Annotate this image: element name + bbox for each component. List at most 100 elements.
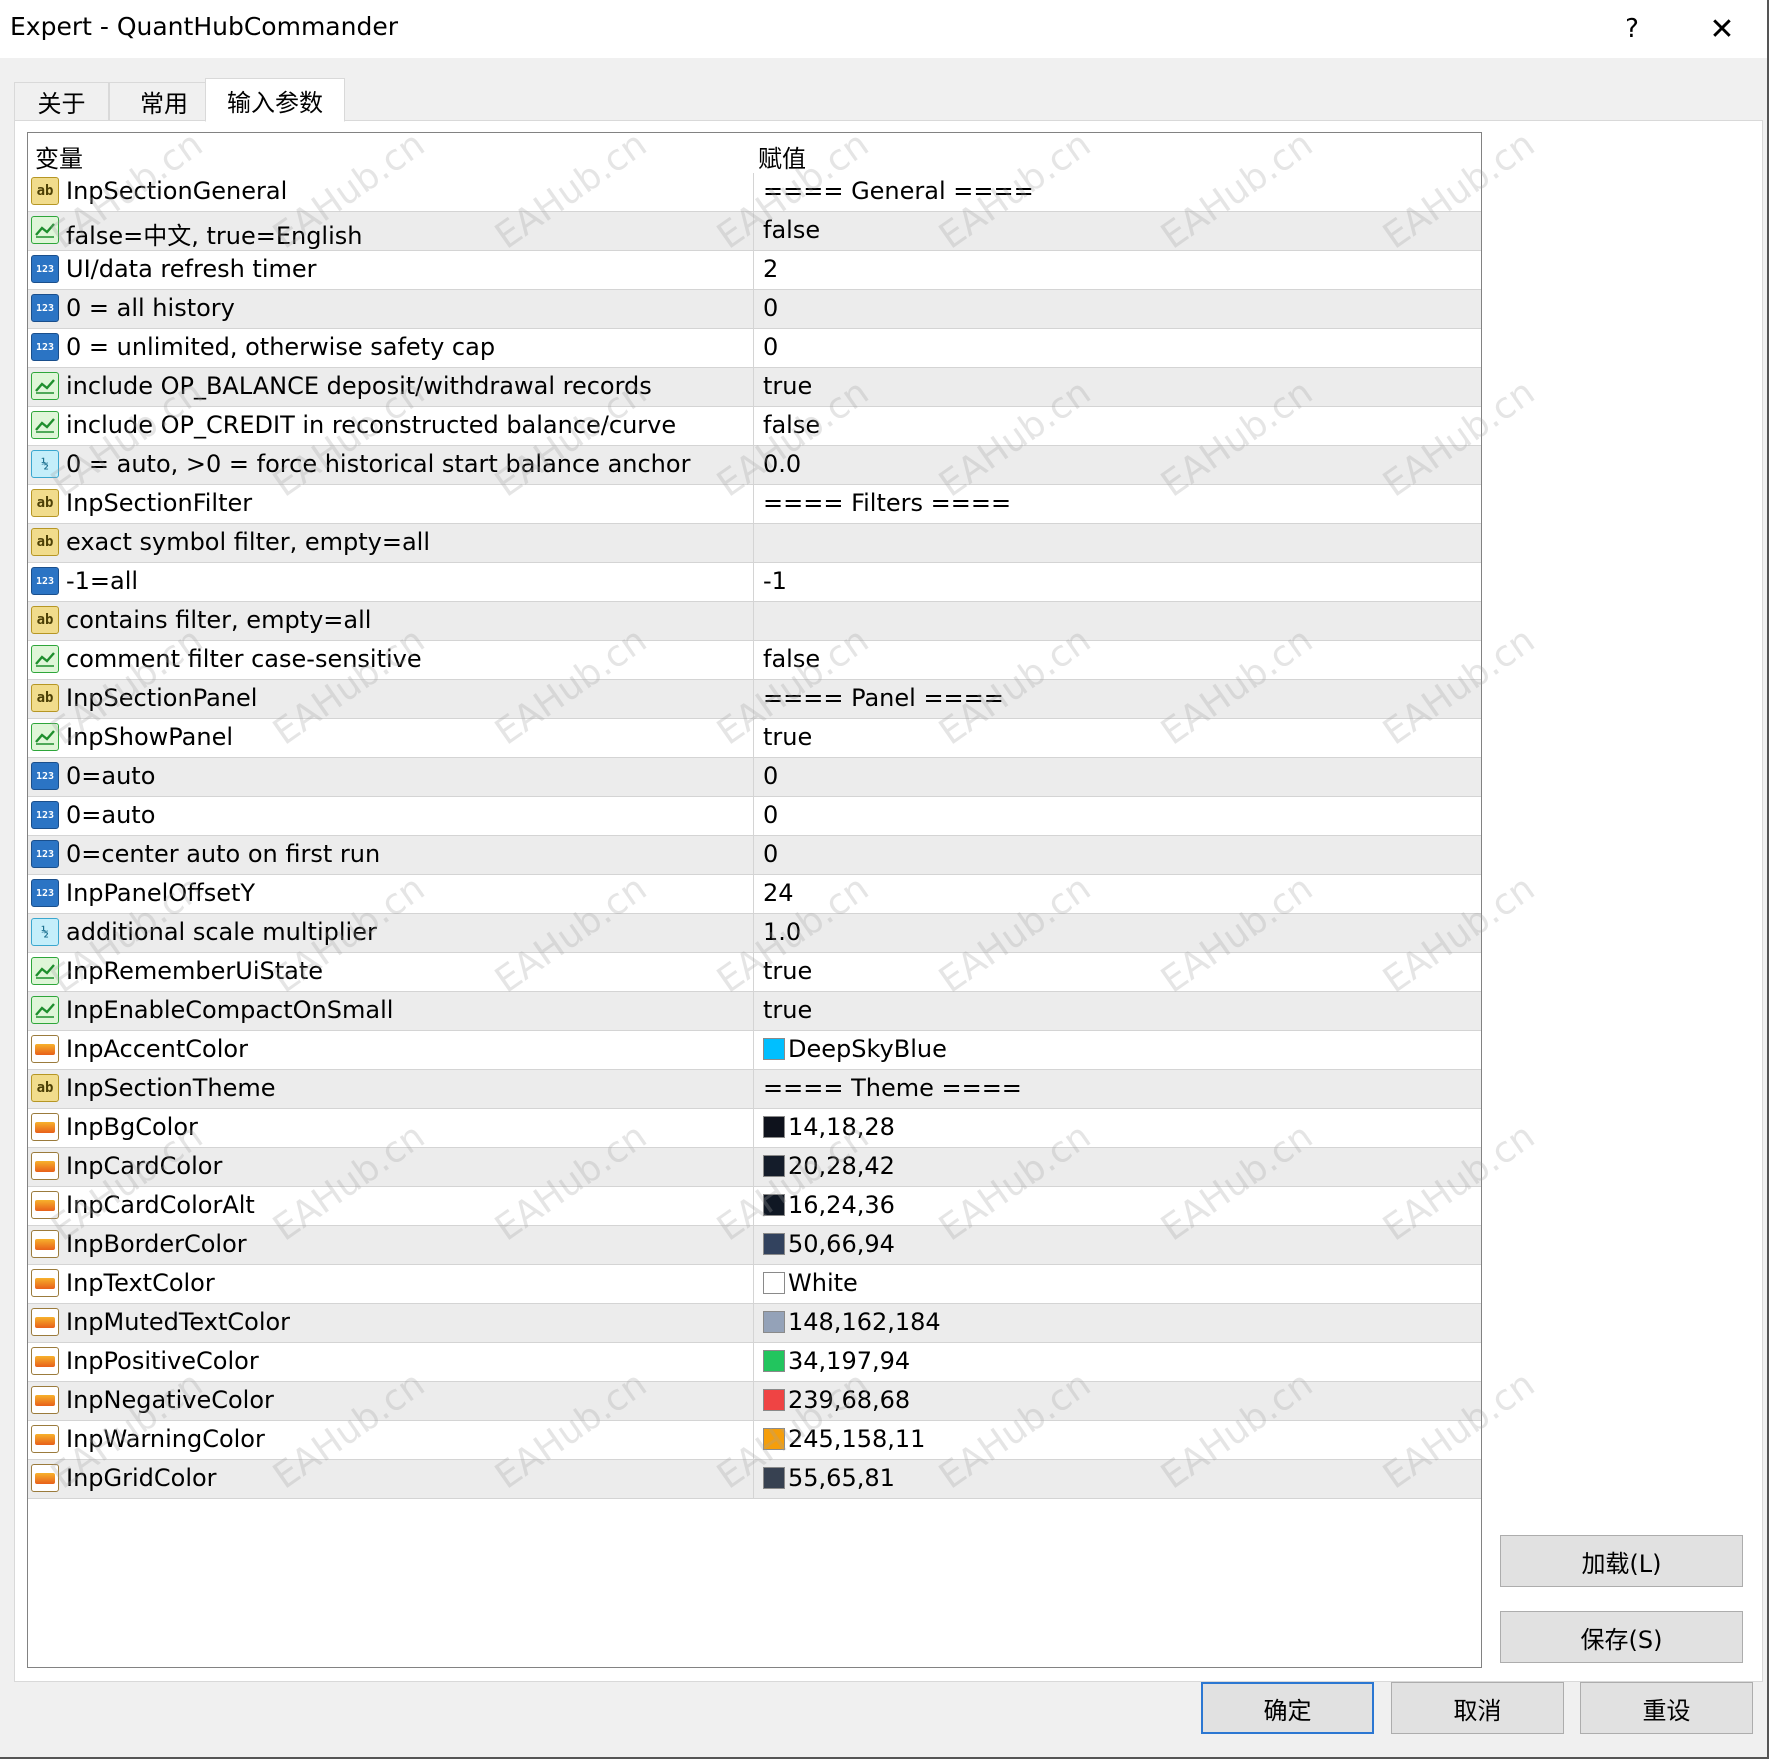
parameter-row[interactable]: 123 -1=all -1 [28,563,1481,602]
variable-cell[interactable]: InpRememberUiState [28,953,754,991]
value-cell[interactable]: 239,68,68 [755,1382,1481,1420]
cancel-button[interactable]: 取消 [1391,1682,1564,1734]
variable-cell[interactable]: InpPositiveColor [28,1343,754,1381]
parameter-row[interactable]: InpShowPanel true [28,719,1481,758]
parameter-row[interactable]: ab InpSectionFilter ==== Filters ==== [28,485,1481,524]
parameter-row[interactable]: 123 0=auto 0 [28,758,1481,797]
value-cell[interactable]: true [755,719,1481,757]
variable-cell[interactable]: ab contains filter, empty=all [28,602,754,640]
value-cell[interactable]: 148,162,184 [755,1304,1481,1342]
variable-cell[interactable]: InpBorderColor [28,1226,754,1264]
parameter-row[interactable]: InpGridColor 55,65,81 [28,1460,1481,1499]
variable-cell[interactable]: 123 -1=all [28,563,754,601]
value-cell[interactable]: 0 [755,758,1481,796]
variable-cell[interactable]: ½0 = auto, >0 = force historical start b… [28,446,754,484]
variable-cell[interactable]: include OP_CREDIT in reconstructed balan… [28,407,754,445]
value-cell[interactable] [755,602,1481,640]
variable-cell[interactable]: comment filter case-sensitive [28,641,754,679]
save-button[interactable]: 保存(S) [1500,1611,1743,1663]
value-cell[interactable]: 0.0 [755,446,1481,484]
help-button[interactable]: ? [1607,6,1657,52]
parameter-row[interactable]: 123 0 = all history 0 [28,290,1481,329]
value-cell[interactable]: -1 [755,563,1481,601]
variable-cell[interactable]: InpShowPanel [28,719,754,757]
parameter-row[interactable]: 123 UI/data refresh timer 2 [28,251,1481,290]
parameter-row[interactable]: InpBorderColor 50,66,94 [28,1226,1481,1265]
value-cell[interactable]: 0 [755,836,1481,874]
variable-cell[interactable]: 123 InpPanelOffsetY [28,875,754,913]
variable-cell[interactable]: 123 UI/data refresh timer [28,251,754,289]
parameter-row[interactable]: include OP_BALANCE deposit/withdrawal re… [28,368,1481,407]
parameter-row[interactable]: InpBgColor 14,18,28 [28,1109,1481,1148]
parameter-row[interactable]: include OP_CREDIT in reconstructed balan… [28,407,1481,446]
value-cell[interactable]: ==== General ==== [755,173,1481,211]
tab-common[interactable]: 常用 [109,82,219,120]
parameter-row[interactable]: 123 InpPanelOffsetY 24 [28,875,1481,914]
parameter-row[interactable]: 123 0=auto 0 [28,797,1481,836]
parameter-row[interactable]: InpMutedTextColor 148,162,184 [28,1304,1481,1343]
variable-cell[interactable]: 123 0 = unlimited, otherwise safety cap [28,329,754,367]
value-cell[interactable]: true [755,992,1481,1030]
value-cell[interactable]: 2 [755,251,1481,289]
value-cell[interactable]: ==== Panel ==== [755,680,1481,718]
value-cell[interactable]: true [755,368,1481,406]
variable-cell[interactable]: InpMutedTextColor [28,1304,754,1342]
variable-cell[interactable]: ½ additional scale multiplier [28,914,754,952]
value-cell[interactable]: false [755,212,1481,250]
value-cell[interactable] [755,524,1481,562]
load-button[interactable]: 加载(L) [1500,1535,1743,1587]
value-cell[interactable]: 245,158,11 [755,1421,1481,1459]
value-cell[interactable]: 55,65,81 [755,1460,1481,1498]
value-cell[interactable]: 16,24,36 [755,1187,1481,1225]
parameter-row[interactable]: ab InpSectionTheme ==== Theme ==== [28,1070,1481,1109]
parameter-row[interactable]: comment filter case-sensitive false [28,641,1481,680]
value-cell[interactable]: true [755,953,1481,991]
value-cell[interactable]: 0 [755,797,1481,835]
value-cell[interactable]: 20,28,42 [755,1148,1481,1186]
variable-cell[interactable]: false=中文, true=English [28,212,754,250]
variable-cell[interactable]: ab InpSectionFilter [28,485,754,523]
tab-about[interactable]: 关于 [14,82,109,120]
variable-column-header[interactable]: 变量 [35,139,83,174]
value-cell[interactable]: false [755,641,1481,679]
value-cell[interactable]: 0 [755,290,1481,328]
value-cell[interactable]: 34,197,94 [755,1343,1481,1381]
variable-cell[interactable]: InpTextColor [28,1265,754,1303]
parameter-row[interactable]: InpTextColor White [28,1265,1481,1304]
value-cell[interactable]: 24 [755,875,1481,913]
parameter-row[interactable]: InpRememberUiState true [28,953,1481,992]
parameter-row[interactable]: ab InpSectionPanel ==== Panel ==== [28,680,1481,719]
variable-cell[interactable]: ab InpSectionTheme [28,1070,754,1108]
parameter-row[interactable]: InpPositiveColor 34,197,94 [28,1343,1481,1382]
value-cell[interactable]: 0 [755,329,1481,367]
variable-cell[interactable]: ab InpSectionGeneral [28,173,754,211]
parameter-row[interactable]: ab contains filter, empty=all [28,602,1481,641]
parameter-row[interactable]: false=中文, true=English false [28,212,1481,251]
variable-cell[interactable]: InpNegativeColor [28,1382,754,1420]
variable-cell[interactable]: InpGridColor [28,1460,754,1498]
variable-cell[interactable]: 123 0=auto [28,797,754,835]
variable-cell[interactable]: InpEnableCompactOnSmall [28,992,754,1030]
variable-cell[interactable]: InpAccentColor [28,1031,754,1069]
value-cell[interactable]: 50,66,94 [755,1226,1481,1264]
parameter-row[interactable]: ab InpSectionGeneral ==== General ==== [28,173,1481,212]
value-cell[interactable]: ==== Filters ==== [755,485,1481,523]
variable-cell[interactable]: InpCardColorAlt [28,1187,754,1225]
parameter-row[interactable]: InpCardColorAlt 16,24,36 [28,1187,1481,1226]
reset-button[interactable]: 重设 [1580,1682,1753,1734]
value-cell[interactable]: White [755,1265,1481,1303]
variable-cell[interactable]: ab InpSectionPanel [28,680,754,718]
parameter-row[interactable]: InpWarningColor 245,158,11 [28,1421,1481,1460]
parameter-row[interactable]: 123 0 = unlimited, otherwise safety cap 0 [28,329,1481,368]
parameter-row[interactable]: 123 0=center auto on first run 0 [28,836,1481,875]
value-cell[interactable]: 1.0 [755,914,1481,952]
parameter-row[interactable]: InpEnableCompactOnSmall true [28,992,1481,1031]
variable-cell[interactable]: 123 0 = all history [28,290,754,328]
value-cell[interactable]: DeepSkyBlue [755,1031,1481,1069]
parameter-row[interactable]: InpCardColor 20,28,42 [28,1148,1481,1187]
variable-cell[interactable]: 123 0=center auto on first run [28,836,754,874]
variable-cell[interactable]: InpCardColor [28,1148,754,1186]
value-column-header[interactable]: 赋值 [758,139,806,174]
variable-cell[interactable]: InpBgColor [28,1109,754,1147]
variable-cell[interactable]: include OP_BALANCE deposit/withdrawal re… [28,368,754,406]
